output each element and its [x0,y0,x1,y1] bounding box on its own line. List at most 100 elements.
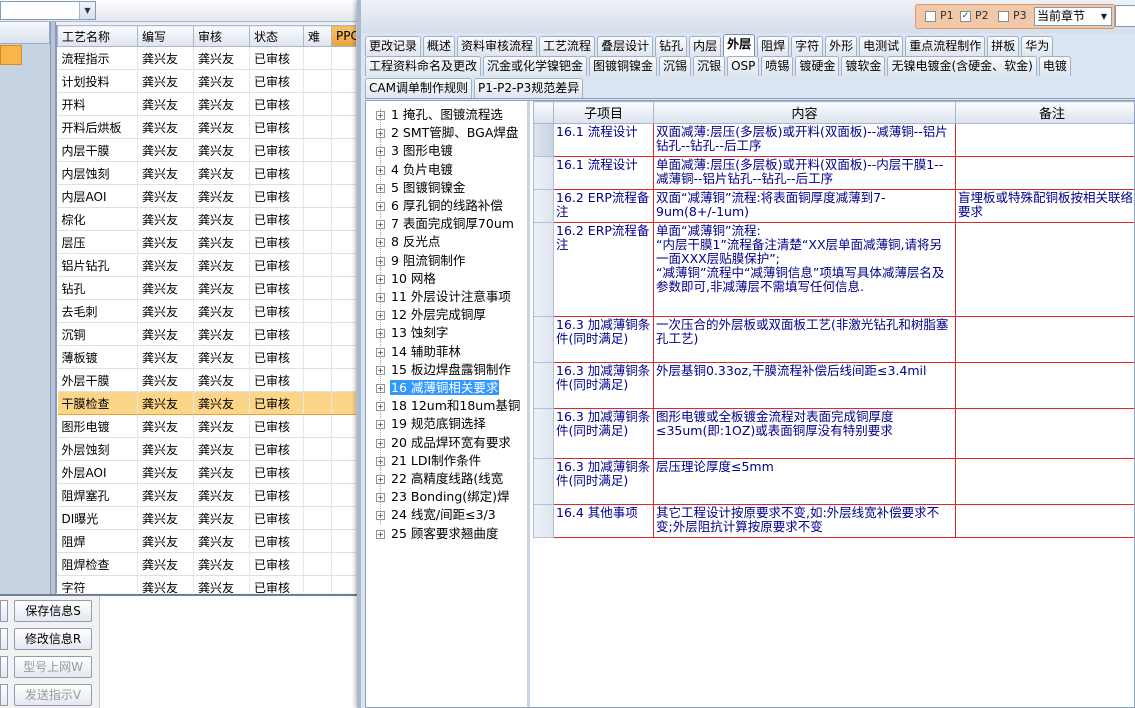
table-row[interactable]: 图形电镀 龚兴友 龚兴友 已审核 [57,414,356,438]
expand-plus-icon[interactable]: + [376,438,385,448]
row-header-cell[interactable] [533,189,554,223]
detail-content-cell[interactable]: 单面减薄:层压(多层板)或开料(双面板)--内层干膜1--减薄铜--铝片钻孔--… [653,156,956,190]
table-row[interactable]: 16.3 加减薄铜条件(同时满足) 图形电镀或全板镀金流程对表面完成铜厚度≤35u… [533,408,1134,459]
table-row[interactable]: 16.3 加减薄铜条件(同时满足) 一次压合的外层板或双面板工艺(非激光钻孔和树脂… [533,316,1134,363]
row-header-cell[interactable] [533,222,554,317]
expand-plus-icon[interactable]: + [376,202,385,211]
tree-node[interactable]: +11 外层设计注意事项 [376,288,512,306]
tree-node[interactable]: +3 图形电镀 [376,142,454,160]
tab-tabs_row1-9[interactable]: 字符 [791,36,824,56]
expand-plus-icon[interactable]: + [376,529,385,539]
tree-node[interactable]: +15 板边焊盘露铜制作 [376,361,512,379]
p1-checkbox[interactable] [925,11,936,22]
tree-node[interactable]: +9 阻流铜制作 [376,252,466,270]
detail-note-cell[interactable] [955,408,1134,459]
table-row[interactable]: 16.2 ERP流程备注 双面“减薄铜”流程:将表面铜厚度减薄到7-9um(8+/… [533,189,1134,223]
grid-column-header[interactable]: 难 [303,25,332,47]
tree-node[interactable]: +1 掩孔、图镀流程选 [376,106,504,124]
grid-column-header[interactable]: 状态 [249,25,304,47]
tab-tabs_row2-7[interactable]: 镀硬金 [795,56,840,76]
tab-tabs_row1-1[interactable]: 概述 [423,36,456,56]
expand-plus-icon[interactable]: + [376,256,385,266]
table-row[interactable]: 字符 龚兴友 龚兴友 已审核 [57,575,356,593]
table-row[interactable]: 去毛刺 龚兴友 龚兴友 已审核 [57,299,356,323]
grid-column-header[interactable]: 编写 [137,25,194,47]
detail-header-content[interactable]: 内容 [653,101,956,124]
tree-node[interactable]: +5 图镀铜镍金 [376,179,466,197]
row-header-cell[interactable] [533,156,554,190]
detail-content-cell[interactable]: 其它工程设计按原要求不变,如:外层线宽补偿要求不变;外层阻抗计算按原要求不变 [653,504,956,538]
tree-node[interactable]: +22 高精度线路(线宽 [376,470,504,488]
tab-tabs_row1-2[interactable]: 资料审核流程 [457,36,538,56]
tab-tabs_row3-1[interactable]: P1-P2-P3规范差异 [473,78,584,98]
detail-note-cell[interactable] [955,123,1134,157]
table-row[interactable]: 层压 龚兴友 龚兴友 已审核 [57,230,356,254]
tree-node[interactable]: +10 网格 [376,270,437,288]
tree-node[interactable]: +2 SMT管脚、BGA焊盘 [376,124,519,142]
expand-plus-icon[interactable]: + [376,165,385,175]
table-row[interactable]: DI曝光 龚兴友 龚兴友 已审核 [57,506,356,530]
row-header-cell[interactable] [533,316,554,363]
table-row[interactable]: 16.2 ERP流程备注 单面“减薄铜”流程: “内层干膜1”流程备注清楚“XX层… [533,222,1134,317]
detail-sub-cell[interactable]: 16.3 加减薄铜条件(同时满足) [553,362,654,409]
tree-node[interactable]: +14 辅助菲林 [376,343,462,361]
tab-tabs_row1-14[interactable]: 华为 [1021,36,1054,56]
tree-node[interactable]: +8 反光点 [376,233,441,251]
tree-node[interactable]: +4 负片电镀 [376,161,454,179]
table-row[interactable]: 开料 龚兴友 龚兴友 已审核 [57,92,356,116]
expand-plus-icon[interactable]: + [376,111,385,120]
expand-plus-icon[interactable]: + [376,147,385,157]
row-header-cell[interactable] [533,362,554,409]
table-row[interactable]: 沉铜 龚兴友 龚兴友 已审核 [57,322,356,346]
tab-tabs_row2-8[interactable]: 镀软金 [841,56,886,76]
detail-note-cell[interactable] [955,156,1134,190]
table-row[interactable]: 干膜检查 龚兴友 龚兴友 已审核 [57,391,356,415]
detail-note-cell[interactable] [955,362,1134,409]
tab-tabs_row2-10[interactable]: 电镀 [1038,56,1071,76]
action-button-3[interactable]: 型号上网W [14,656,92,678]
tab-tabs_row1-6[interactable]: 内层 [689,36,722,56]
table-row[interactable]: 钻孔 龚兴友 龚兴友 已审核 [57,276,356,300]
expand-plus-icon[interactable]: + [376,274,385,284]
detail-note-cell[interactable] [955,458,1134,505]
table-row[interactable]: 阻焊检查 龚兴友 龚兴友 已审核 [57,552,356,576]
expand-plus-icon[interactable]: + [376,493,385,503]
tree-node[interactable]: +18 12um和18um基铜 [376,397,521,415]
expand-plus-icon[interactable]: + [376,384,385,393]
detail-sub-cell[interactable]: 16.1 流程设计 [553,123,654,157]
table-row[interactable]: 16.3 加减薄铜条件(同时满足) 层压理论厚度≤5mm [533,458,1134,505]
tree-node[interactable]: +13 蚀刻字 [376,324,449,342]
detail-content-cell[interactable]: 一次压合的外层板或双面板工艺(非激光钻孔和树脂塞孔工艺) [653,316,956,363]
expand-plus-icon[interactable]: + [376,420,385,430]
tab-tabs_row1-5[interactable]: 钻孔 [655,36,688,56]
tab-tabs_row1-0[interactable]: 更改记录 [365,36,422,56]
table-row[interactable]: 外层蚀刻 龚兴友 龚兴友 已审核 [57,437,356,461]
table-row[interactable]: 内层干膜 龚兴友 龚兴友 已审核 [57,138,356,162]
tree-node[interactable]: +25 顾客要求翘曲度 [376,525,499,543]
tab-tabs_row2-0[interactable]: 工程资料命名及更改 [365,56,482,76]
detail-content-cell[interactable]: 层压理论厚度≤5mm [653,458,956,505]
table-row[interactable]: 16.1 流程设计 单面减薄:层压(多层板)或开料(双面板)--内层干膜1--减薄… [533,156,1134,190]
row-header-cell[interactable] [533,458,554,505]
tab-tabs_row1-12[interactable]: 重点流程制作 [905,36,986,56]
detail-sub-cell[interactable]: 16.3 加减薄铜条件(同时满足) [553,316,654,363]
detail-sub-cell[interactable]: 16.2 ERP流程备注 [553,222,654,317]
table-row[interactable]: 计划投料 龚兴友 龚兴友 已审核 [57,69,356,93]
action-button-2[interactable]: 修改信息R [14,628,92,650]
table-row[interactable]: 棕化 龚兴友 龚兴友 已审核 [57,207,356,231]
left-strip-selection[interactable] [0,45,22,65]
row-header-cell[interactable] [533,123,554,157]
detail-content-cell[interactable]: 外层基铜0.33oz,干膜流程补偿后线间距≤3.4mil [653,362,956,409]
expand-plus-icon[interactable]: + [376,347,385,357]
tab-tabs_row3-0[interactable]: CAM调单制作规则 [365,78,472,98]
detail-note-cell[interactable]: 盲埋板或特殊配铜板按相关联络单要求 [955,189,1134,223]
expand-plus-icon[interactable]: + [376,365,385,375]
p2-checkbox[interactable]: ✓ [960,11,971,22]
action-button-1[interactable]: 保存信息S [14,600,92,622]
tab-tabs_row2-1[interactable]: 沉金或化学镍钯金 [483,56,588,76]
tree-node[interactable]: +19 规范底铜选择 [376,415,487,433]
search-input[interactable] [1115,5,1135,27]
detail-sub-cell[interactable]: 16.4 其他事项 [553,504,654,538]
action-button-4[interactable]: 发送指示V [14,684,92,706]
expand-plus-icon[interactable]: + [376,220,385,230]
